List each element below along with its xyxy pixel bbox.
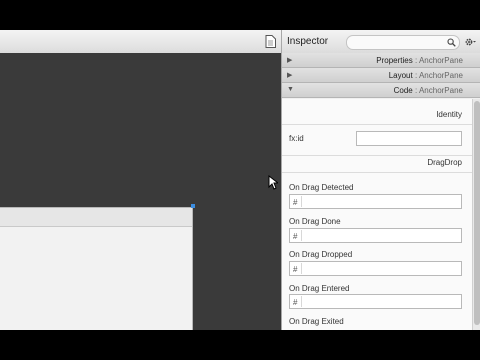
on-drag-done-field[interactable]: # bbox=[289, 228, 462, 243]
on-drag-entered-field[interactable]: # bbox=[289, 294, 462, 309]
handler-input[interactable] bbox=[301, 230, 460, 241]
inspector-header: Inspector bbox=[282, 30, 480, 54]
identity-group-header: Identity bbox=[436, 110, 462, 119]
selection-resize-handle[interactable] bbox=[191, 204, 195, 208]
section-properties[interactable]: ▶ Properties : AnchorPane bbox=[282, 53, 480, 68]
section-layout[interactable]: ▶ Layout : AnchorPane bbox=[282, 68, 480, 83]
code-section-content: Identity fx:id DragDrop On Drag Detected… bbox=[282, 99, 472, 330]
expand-arrow-icon: ▶ bbox=[287, 57, 293, 64]
handler-input[interactable] bbox=[301, 196, 460, 207]
handler-input[interactable] bbox=[301, 296, 460, 307]
section-subtitle: : AnchorPane bbox=[412, 56, 463, 65]
on-drag-detected-label: On Drag Detected bbox=[289, 183, 354, 192]
hash-prefix: # bbox=[293, 232, 298, 241]
mouse-pointer-icon bbox=[268, 175, 278, 190]
divider bbox=[282, 155, 472, 156]
collapse-arrow-icon: ▼ bbox=[287, 86, 294, 93]
handler-input[interactable] bbox=[301, 263, 460, 274]
on-drag-exited-label: On Drag Exited bbox=[289, 317, 344, 326]
section-title: Properties bbox=[376, 56, 413, 65]
search-icon bbox=[447, 38, 456, 47]
dragdrop-group-header: DragDrop bbox=[427, 158, 462, 167]
gear-icon[interactable] bbox=[464, 36, 476, 48]
document-icon[interactable] bbox=[265, 35, 276, 48]
fxid-label: fx:id bbox=[289, 134, 304, 143]
anchor-pane-preview[interactable] bbox=[0, 207, 193, 330]
inspector-scrollbar[interactable] bbox=[472, 99, 480, 330]
anchor-pane-header bbox=[0, 208, 192, 227]
hash-prefix: # bbox=[293, 265, 298, 274]
divider bbox=[282, 124, 472, 125]
inspector-title: Inspector bbox=[287, 36, 329, 47]
search-input[interactable] bbox=[346, 35, 460, 50]
section-code[interactable]: ▼ Code : AnchorPane bbox=[282, 83, 480, 98]
scrollbar-thumb[interactable] bbox=[474, 101, 480, 325]
hash-prefix: # bbox=[293, 198, 298, 207]
on-drag-dropped-label: On Drag Dropped bbox=[289, 250, 353, 259]
on-drag-done-label: On Drag Done bbox=[289, 217, 341, 226]
section-subtitle: : AnchorPane bbox=[412, 71, 463, 80]
fxid-field[interactable] bbox=[356, 131, 462, 146]
section-subtitle: : AnchorPane bbox=[412, 86, 463, 95]
divider bbox=[282, 172, 472, 173]
inspector-panel: Inspector ▶ Properties : AnchorPane ▶ La… bbox=[281, 30, 480, 330]
canvas-toolbar bbox=[0, 30, 281, 54]
app-window: Inspector ▶ Properties : AnchorPane ▶ La… bbox=[0, 0, 480, 360]
on-drag-dropped-field[interactable]: # bbox=[289, 261, 462, 276]
section-title: Layout bbox=[388, 71, 413, 80]
expand-arrow-icon: ▶ bbox=[287, 72, 293, 79]
hash-prefix: # bbox=[293, 298, 298, 307]
on-drag-detected-field[interactable]: # bbox=[289, 194, 462, 209]
section-title: Code bbox=[393, 86, 413, 95]
on-drag-entered-label: On Drag Entered bbox=[289, 284, 350, 293]
